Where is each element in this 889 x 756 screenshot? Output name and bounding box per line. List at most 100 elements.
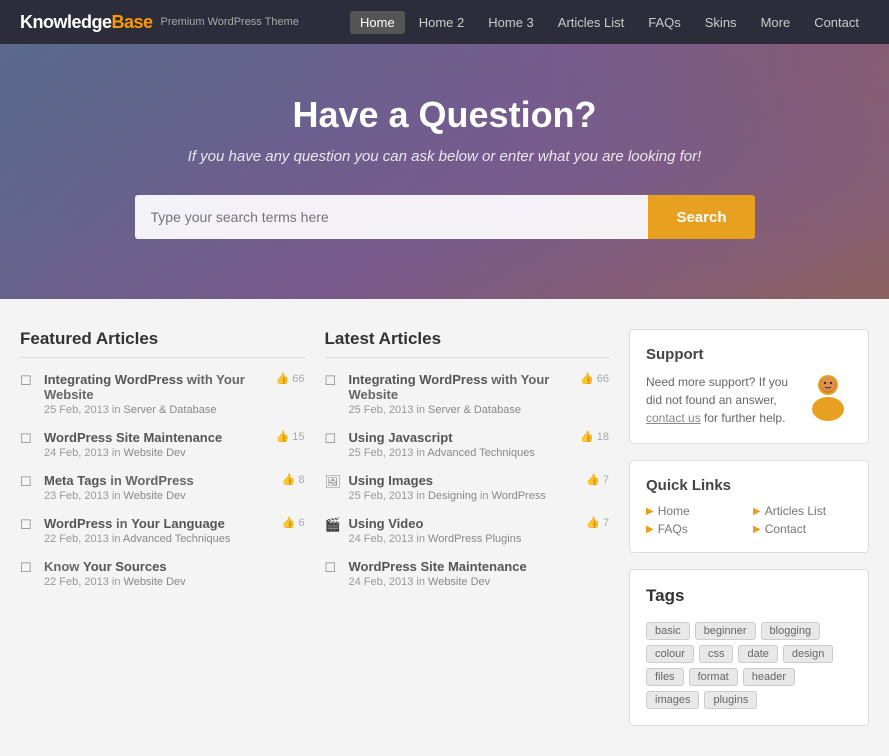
- article-link[interactable]: Using Javascript: [349, 430, 453, 445]
- article-icon: 🎬: [325, 517, 341, 533]
- article-category-link[interactable]: WordPress Plugins: [428, 533, 521, 545]
- search-bar: Search: [135, 195, 755, 239]
- quick-link-label: Articles List: [765, 504, 826, 518]
- support-inner: Need more support? If you did not found …: [646, 373, 852, 427]
- list-item: ☐ Meta Tags in WordPress 23 Feb, 2013 in…: [20, 473, 305, 502]
- article-link[interactable]: Meta Tags in WordPress: [44, 473, 194, 488]
- tag-item[interactable]: format: [689, 668, 738, 686]
- article-link[interactable]: WordPress Site Maintenance: [44, 430, 222, 445]
- article-category-link[interactable]: Advanced Techniques: [427, 447, 534, 459]
- article-title: WordPress in Your Language: [44, 516, 230, 531]
- tag-item[interactable]: blogging: [761, 622, 821, 640]
- article-votes: 👍 15: [276, 430, 305, 443]
- article-meta: 25 Feb, 2013 in Server & Database: [349, 404, 581, 416]
- article-icon: ☐: [20, 431, 36, 447]
- tag-item[interactable]: beginner: [695, 622, 756, 640]
- article-link[interactable]: WordPress in Your Language: [44, 516, 225, 531]
- search-button[interactable]: Search: [648, 195, 754, 239]
- article-votes: 👍 66: [580, 372, 609, 385]
- tag-item[interactable]: design: [783, 645, 833, 663]
- list-item: ☐ WordPress Site Maintenance 24 Feb, 201…: [325, 559, 610, 588]
- article-title: Using Images: [349, 473, 546, 488]
- article-link[interactable]: Using Images: [349, 473, 434, 488]
- nav-home2[interactable]: Home 2: [409, 11, 475, 34]
- logo: KnowledgeBase Premium WordPress Theme: [20, 12, 299, 33]
- nav-contact[interactable]: Contact: [804, 11, 869, 34]
- sidebar: Support Need more support? If you did no…: [629, 329, 869, 726]
- tags-wrap: basic beginner blogging colour cssdate design…: [646, 622, 852, 709]
- hero-subtitle: If you have any question you can ask bel…: [20, 148, 869, 165]
- article-link[interactable]: Using Video: [349, 516, 424, 531]
- nav-home[interactable]: Home: [350, 11, 405, 34]
- thumbs-up-icon: 👍: [282, 473, 296, 486]
- article-title: Meta Tags in WordPress: [44, 473, 194, 488]
- nav-faqs[interactable]: FAQs: [638, 11, 691, 34]
- logo-subtitle: Premium WordPress Theme: [161, 16, 299, 28]
- article-meta: 23 Feb, 2013 in Website Dev: [44, 490, 194, 502]
- arrow-icon: ▶: [753, 506, 761, 517]
- thumbs-up-icon: 👍: [586, 516, 600, 529]
- article-meta: 24 Feb, 2013 in WordPress Plugins: [349, 533, 522, 545]
- article-category-link2[interactable]: WordPress: [492, 490, 546, 502]
- quick-link-home[interactable]: ▶ Home: [646, 504, 745, 518]
- tags-title: Tags: [646, 586, 852, 614]
- article-link[interactable]: Know Your Sources: [44, 559, 167, 574]
- quick-links-title: Quick Links: [646, 477, 852, 494]
- article-icon: ☐: [20, 373, 36, 389]
- article-category-link[interactable]: Website Dev: [124, 490, 186, 502]
- article-votes: 👍 7: [586, 473, 609, 486]
- contact-link[interactable]: contact us: [646, 411, 701, 425]
- avatar: [804, 373, 852, 421]
- article-votes: 👍 8: [282, 473, 305, 486]
- thumbs-up-icon: 👍: [276, 430, 290, 443]
- support-title: Support: [646, 346, 852, 363]
- article-category-link[interactable]: Website Dev: [124, 447, 186, 459]
- thumbs-up-icon: 👍: [580, 430, 594, 443]
- nav-articles-list[interactable]: Articles List: [548, 11, 634, 34]
- article-category-link[interactable]: Website Dev: [124, 576, 186, 588]
- tag-item[interactable]: files: [646, 668, 684, 686]
- nav-more[interactable]: More: [751, 11, 801, 34]
- quick-link-articles[interactable]: ▶ Articles List: [753, 504, 852, 518]
- article-title: Know Your Sources: [44, 559, 186, 574]
- featured-title: Featured Articles: [20, 329, 305, 358]
- tag-item[interactable]: basic: [646, 622, 690, 640]
- header: KnowledgeBase Premium WordPress Theme Ho…: [0, 0, 889, 44]
- article-link[interactable]: Integrating WordPress with Your Website: [44, 372, 245, 402]
- tag-item[interactable]: images: [646, 691, 699, 709]
- list-item: ☐ Know Your Sources 22 Feb, 2013 in Webs…: [20, 559, 305, 588]
- list-item: ☐ WordPress Site Maintenance 24 Feb, 201…: [20, 430, 305, 459]
- article-icon: 🖼: [325, 474, 341, 490]
- tag-item[interactable]: colour: [646, 645, 694, 663]
- article-category-link[interactable]: Server & Database: [428, 404, 521, 416]
- main-content: Featured Articles ☐ Integrating WordPres…: [0, 299, 889, 756]
- quick-link-contact[interactable]: ▶ Contact: [753, 522, 852, 536]
- tag-item[interactable]: plugins: [704, 691, 757, 709]
- main-nav: Home Home 2 Home 3 Articles List FAQs Sk…: [350, 11, 869, 34]
- article-icon: ☐: [20, 474, 36, 490]
- tag-item[interactable]: date: [738, 645, 777, 663]
- thumbs-up-icon: 👍: [276, 372, 290, 385]
- latest-articles-col: Latest Articles ☐ Integrating WordPress …: [325, 329, 610, 726]
- tag-item[interactable]: css: [699, 645, 734, 663]
- list-item: ☐ Integrating WordPress with Your Websit…: [325, 372, 610, 416]
- article-votes: 👍 6: [282, 516, 305, 529]
- tags-box: Tags basic beginner blogging colour cssdated…: [629, 569, 869, 726]
- list-item: 🖼 Using Images 25 Feb, 2013 in Designing…: [325, 473, 610, 502]
- search-input[interactable]: [135, 195, 649, 239]
- article-link[interactable]: Integrating WordPress with Your Website: [349, 372, 550, 402]
- list-item: ☐ WordPress in Your Language 22 Feb, 201…: [20, 516, 305, 545]
- quick-link-label: FAQs: [658, 522, 688, 536]
- article-category-link[interactable]: Website Dev: [428, 576, 490, 588]
- article-category-link[interactable]: Server & Database: [124, 404, 217, 416]
- article-icon: ☐: [325, 373, 341, 389]
- article-meta: 25 Feb, 2013 in Advanced Techniques: [349, 447, 535, 459]
- article-link[interactable]: WordPress Site Maintenance: [349, 559, 527, 574]
- nav-home3[interactable]: Home 3: [478, 11, 544, 34]
- tag-item[interactable]: header: [743, 668, 795, 686]
- article-category-link[interactable]: Designing: [428, 490, 477, 502]
- nav-skins[interactable]: Skins: [695, 11, 747, 34]
- article-icon: ☐: [20, 517, 36, 533]
- article-category-link[interactable]: Advanced Techniques: [123, 533, 230, 545]
- quick-link-faqs[interactable]: ▶ FAQs: [646, 522, 745, 536]
